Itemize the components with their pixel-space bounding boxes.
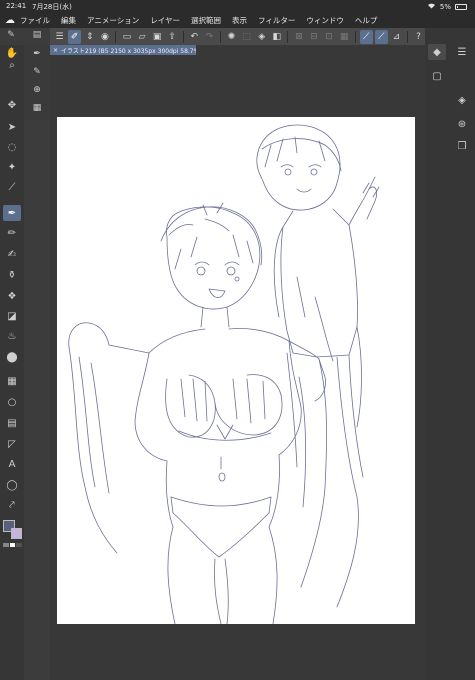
layer-move-icon[interactable]: ✥	[3, 97, 21, 113]
menu-icon[interactable]: ☰	[53, 30, 66, 44]
pencil-icon[interactable]: ✏	[3, 225, 21, 241]
sub-tool-palette: ✒ ✎ ⊕ ▦	[24, 45, 50, 120]
battery-text: 5%	[439, 2, 451, 11]
search-layer-icon[interactable]: ⊛	[454, 116, 470, 132]
layer-properties-icon[interactable]: ❒	[454, 138, 470, 154]
lasso-select-icon[interactable]: ◌	[3, 139, 21, 155]
menu-selection[interactable]: 選択範囲	[191, 15, 221, 26]
stroke-selection-icon[interactable]: ⊡	[323, 30, 336, 44]
help-icon[interactable]: ?	[412, 30, 425, 44]
text-icon[interactable]: A	[3, 456, 21, 472]
record-icon[interactable]: ◉	[98, 30, 111, 44]
invert-selection-icon[interactable]: ⊟	[307, 30, 320, 44]
blend-icon[interactable]: ♨	[3, 328, 21, 344]
fill-icon[interactable]: ◈	[255, 30, 268, 44]
ruler-snap-icon[interactable]: ⟋	[359, 29, 373, 44]
sketch-drawing	[68, 124, 380, 624]
toolbar-divider	[406, 30, 408, 43]
navigator-panel-icon[interactable]: ▢	[428, 68, 446, 84]
toolbar-divider	[287, 30, 289, 43]
layer-panel-icon[interactable]: ◆	[428, 44, 446, 60]
save-icon[interactable]: ▣	[151, 30, 164, 44]
fill-bucket-icon[interactable]: ⬤	[3, 349, 21, 365]
toolbar-divider	[354, 30, 356, 43]
sub-tool-icon[interactable]: ▤	[30, 30, 44, 44]
menu-view[interactable]: 表示	[232, 15, 247, 26]
menu-animation[interactable]: アニメーション	[87, 15, 139, 26]
menu-window[interactable]: ウィンドウ	[306, 15, 344, 26]
color-mode-transparent[interactable]	[16, 543, 23, 547]
sub-tool-pen-icon[interactable]: ✒	[29, 47, 45, 61]
gradient-icon[interactable]: ▦	[3, 373, 21, 389]
toolbar-divider	[115, 30, 117, 43]
clip-studio-window: 22:41 7月28日(水) 5% ☁ ファイル 編集 アニメーション レイヤー…	[0, 0, 475, 680]
menu-file[interactable]: ファイル	[20, 15, 50, 26]
clip-studio-logo-icon[interactable]: ☁	[0, 15, 20, 26]
redo-icon[interactable]: ↷	[203, 30, 216, 44]
sub-tool-marker-icon[interactable]: ✎	[29, 65, 45, 79]
command-bar: ☰ ✐ ⇕ ◉ ▭ ▱ ▣ ⇪ ↶ ↷ ✺ ⬚ ◈ ◧ ⊠ ⊟ ⊡ ▦ ⟋ ⟋ …	[50, 28, 425, 45]
undo-icon[interactable]: ↶	[188, 30, 201, 44]
crop-icon[interactable]: ⊠	[292, 30, 305, 44]
menu-bar: ☁ ファイル 編集 アニメーション レイヤー 選択範囲 表示 フィルター ウィン…	[0, 13, 475, 28]
wifi-icon	[427, 2, 436, 11]
sub-color-swatch[interactable]	[11, 528, 22, 539]
sub-tool-grid-icon[interactable]: ▦	[29, 101, 45, 115]
toolbar-divider	[182, 30, 184, 43]
brush-icon[interactable]: ✐	[68, 29, 82, 44]
menu-edit[interactable]: 編集	[61, 15, 76, 26]
updown-icon[interactable]: ⇕	[83, 30, 96, 44]
clear-icon[interactable]: ▦	[338, 30, 351, 44]
figure-icon[interactable]: ○	[3, 394, 21, 410]
toolbar-divider	[219, 30, 221, 43]
ruler-icon[interactable]: ◸	[3, 436, 21, 452]
eyedropper-icon[interactable]: ⟋	[3, 179, 21, 195]
open-folder-icon[interactable]: ▱	[135, 30, 148, 44]
operation-icon[interactable]: ➤	[3, 119, 21, 135]
menu-help[interactable]: ヘルプ	[355, 15, 378, 26]
battery-icon	[455, 3, 467, 10]
sub-tool-settings-icon[interactable]: ⊕	[29, 83, 45, 97]
fill-layer-icon[interactable]: ◈	[454, 92, 470, 108]
clock: 22:41	[6, 2, 27, 10]
close-tab-icon[interactable]: ×	[53, 47, 58, 54]
color-mode-sub[interactable]	[9, 543, 16, 547]
decoration-icon[interactable]: ❖	[3, 288, 21, 304]
transform-icon[interactable]: ⬚	[240, 30, 253, 44]
document-title: イラスト219 (B5 2150 x 3035px 300dpi 58.7%)	[61, 47, 196, 55]
tool-panel-header: ✎ ▤	[0, 28, 50, 45]
status-indicators: 5%	[427, 2, 467, 11]
pen-icon[interactable]: ✒	[3, 205, 21, 221]
menu-layer[interactable]: レイヤー	[150, 15, 180, 26]
airbrush-icon[interactable]: ⚱	[3, 267, 21, 283]
tool-palette: ✋ ⌕ ✥ ➤ ◌ ✦ ⟋ ✒ ✏ ✍ ⚱ ❖ ◪ ♨ ⬤ ▦ ○ ▤ ◸ A …	[0, 45, 24, 680]
correct-line-icon[interactable]: ⤤	[3, 497, 21, 513]
frame-icon[interactable]: ▤	[3, 415, 21, 431]
color-mode-switch[interactable]	[3, 543, 23, 547]
deselect-icon[interactable]: ◧	[270, 30, 283, 44]
loading-icon[interactable]: ✺	[225, 30, 238, 44]
canvas[interactable]	[57, 117, 415, 624]
balloon-icon[interactable]: ◯	[3, 477, 21, 493]
special-ruler-snap-icon[interactable]: ⟋	[374, 29, 388, 44]
brush-icon[interactable]: ✍	[3, 246, 21, 262]
new-file-icon[interactable]: ▭	[120, 30, 133, 44]
date: 7月28日(水)	[32, 3, 72, 11]
status-bar: 22:41 7月28日(水) 5%	[0, 0, 475, 13]
eraser-icon[interactable]: ◪	[3, 308, 21, 324]
menu-filter[interactable]: フィルター	[258, 15, 295, 26]
export-icon[interactable]: ⇪	[166, 30, 179, 44]
layer-stack-icon[interactable]: ☰	[454, 44, 470, 60]
auto-select-icon[interactable]: ✦	[3, 159, 21, 175]
tool-palette-icon[interactable]: ✎	[4, 30, 18, 44]
document-tab[interactable]: × イラスト219 (B5 2150 x 3035px 300dpi 58.7%…	[50, 45, 196, 55]
zoom-icon[interactable]: ⌕	[3, 57, 21, 73]
grid-snap-icon[interactable]: ⊿	[390, 30, 403, 44]
color-mode-main[interactable]	[3, 543, 9, 547]
